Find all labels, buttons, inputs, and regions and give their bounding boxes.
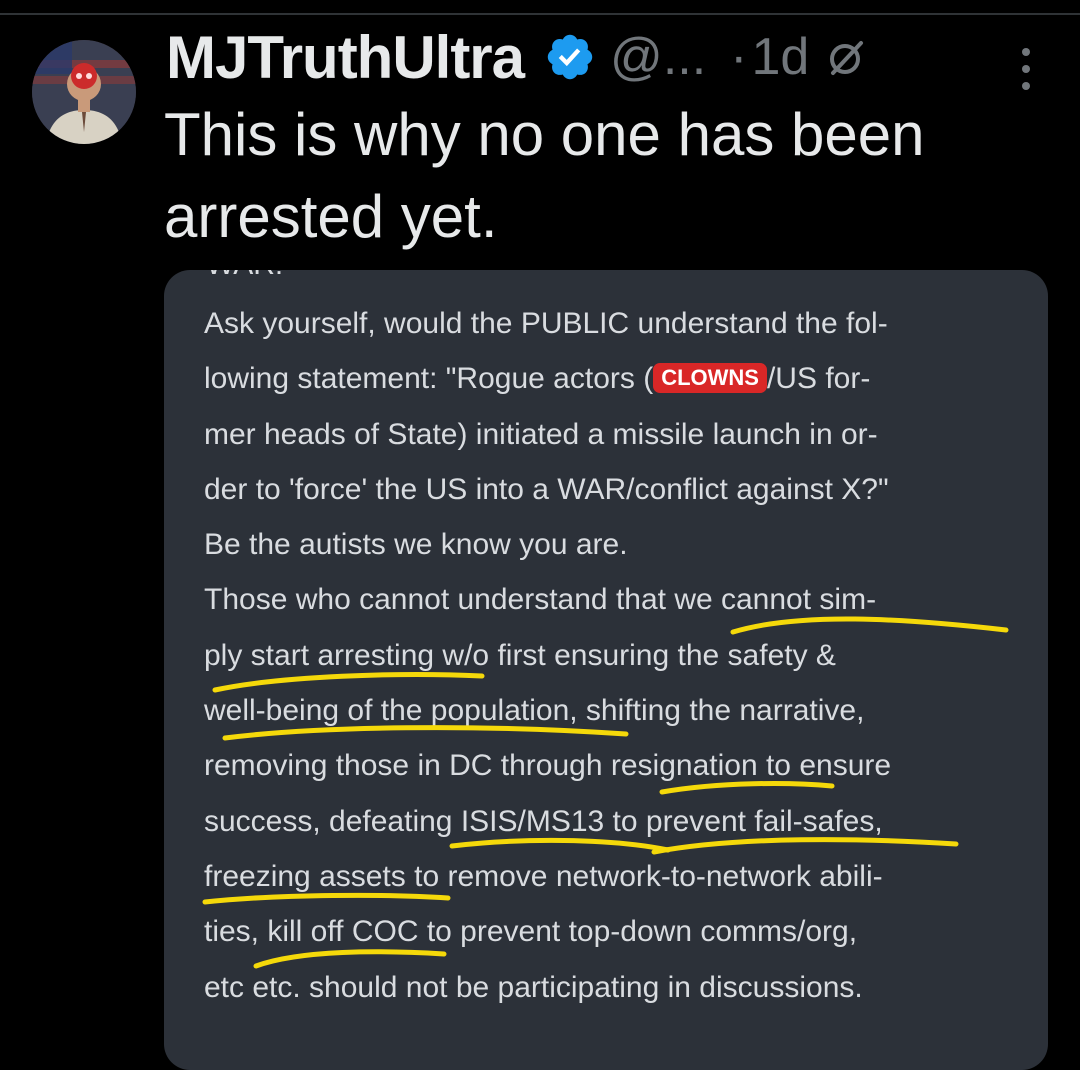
screenshot-line: freezing assets to remove network-to-net…: [204, 859, 883, 893]
screenshot-line: ply start arresting w/o first ensuring t…: [204, 638, 836, 672]
avatar[interactable]: [32, 40, 136, 144]
screenshot-line: der to 'force' the US into a WAR/conflic…: [204, 472, 889, 506]
screenshot-line: etc etc. should not be participating in …: [204, 970, 863, 1004]
grok-icon[interactable]: [825, 35, 869, 79]
screenshot-line: well-being of the population, shifting t…: [204, 694, 865, 728]
screenshot-line: ties, kill off COC to prevent top-down c…: [204, 915, 858, 949]
tweet-text-line-2: arrested yet.: [164, 183, 498, 250]
post-header: MJTruthUltra @... · 1d: [166, 22, 869, 92]
attached-image[interactable]: WAR! Ask yourself, would the PUBLIC unde…: [164, 270, 1048, 1070]
top-divider: [0, 13, 1080, 15]
separator-dot: ·: [730, 28, 748, 86]
screenshot-line: Those who cannot understand that we cann…: [204, 583, 877, 617]
screenshot-line-part: lowing statement: "Rogue actors (: [204, 362, 654, 396]
cut-off-text: WAR!: [206, 270, 283, 282]
tweet-text-line-1: This is why no one has been: [164, 101, 925, 168]
tweet-text: This is why no one has been arrested yet…: [164, 94, 1044, 258]
screenshot-line-part: /US for-: [766, 362, 871, 396]
screenshot-line: lowing statement: "Rogue actors (CLOWNS /…: [204, 351, 1024, 406]
handle[interactable]: @...: [610, 27, 706, 87]
timestamp[interactable]: 1d: [752, 27, 810, 87]
screenshot-line: removing those in DC through resignation…: [204, 749, 892, 783]
display-name[interactable]: MJTruthUltra: [166, 23, 525, 92]
screenshot-line: success, defeating ISIS/MS13 to prevent …: [204, 804, 883, 838]
screenshot-line: Be the autists we know you are.: [204, 528, 628, 562]
verified-badge-icon: [544, 31, 596, 83]
screenshot-line: Ask yourself, would the PUBLIC understan…: [204, 307, 888, 340]
screenshot-text: Ask yourself, would the PUBLIC understan…: [204, 296, 1024, 1015]
screenshot-line: mer heads of State) initiated a missile …: [204, 417, 878, 451]
more-options-icon[interactable]: [1018, 44, 1034, 94]
clowns-tag: CLOWNS: [653, 363, 767, 394]
